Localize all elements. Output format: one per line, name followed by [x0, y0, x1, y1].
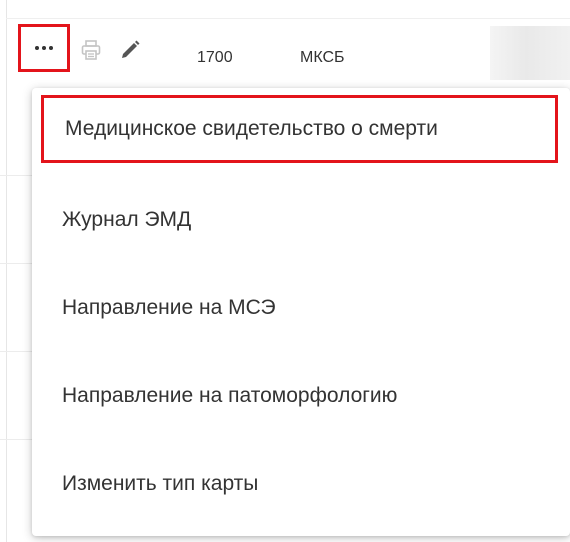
record-type: МКСБ	[300, 49, 345, 66]
row-divider	[6, 18, 570, 19]
menu-item-death-certificate[interactable]: Медицинское свидетельство о смерти	[41, 95, 558, 163]
more-actions-button[interactable]	[18, 24, 70, 72]
pencil-icon[interactable]	[118, 38, 142, 62]
blurred-cell	[490, 26, 570, 80]
menu-item-mse-referral[interactable]: Направление на МСЭ	[32, 264, 570, 352]
record-number: 1700	[197, 49, 233, 66]
table-view: 1700 МКСБ Медицинское свидетельство о см…	[0, 0, 570, 542]
printer-icon[interactable]	[79, 38, 103, 62]
ellipsis-icon	[35, 46, 53, 50]
menu-item-change-card-type[interactable]: Изменить тип карты	[32, 440, 570, 528]
menu-item-emd-journal[interactable]: Журнал ЭМД	[32, 176, 570, 264]
column-divider	[6, 0, 7, 542]
actions-dropdown-menu: Медицинское свидетельство о смерти Журна…	[32, 88, 570, 536]
menu-item-pathomorphology-referral[interactable]: Направление на патоморфологию	[32, 352, 570, 440]
